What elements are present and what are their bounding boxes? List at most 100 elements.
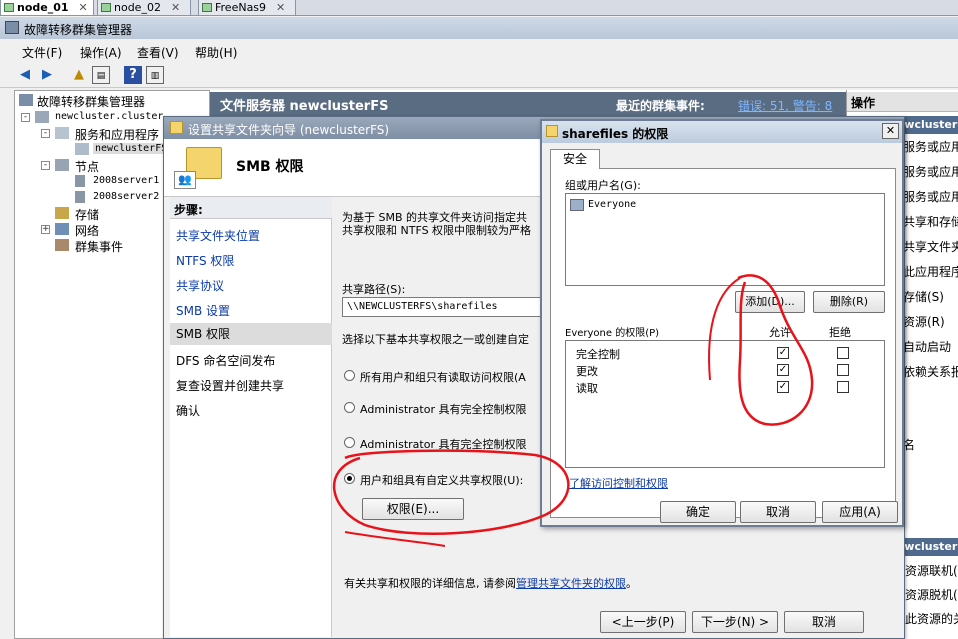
- action-item[interactable]: 依赖关系报: [903, 363, 958, 380]
- menu-view[interactable]: 查看(V): [137, 44, 179, 61]
- radio-custom[interactable]: [344, 473, 355, 484]
- show-hide-tree-icon[interactable]: ▤: [92, 66, 110, 84]
- vm-tab-freenas9[interactable]: FreeNas9 ✕: [198, 0, 296, 16]
- recent-events-link[interactable]: 错误: 51, 警告: 8: [738, 97, 832, 114]
- ok-button[interactable]: 确定: [660, 501, 736, 523]
- action-item[interactable]: 共享和存储: [903, 213, 958, 230]
- deny-read-checkbox[interactable]: [837, 381, 849, 393]
- cluster-manager-icon: [19, 94, 33, 106]
- app-title-bar: 故障转移群集管理器: [0, 17, 958, 39]
- vm-tab-node01[interactable]: node_01 ✕: [0, 0, 94, 16]
- tree-node2[interactable]: 2008server2: [93, 191, 159, 202]
- server-icon: [75, 191, 85, 203]
- action-item[interactable]: 服务或应用: [903, 163, 958, 180]
- wizard-title: 设置共享文件夹向导 (newclusterFS): [188, 123, 390, 137]
- cluster-icon: [35, 111, 49, 123]
- share-path-label: 共享路径(S):: [342, 283, 406, 296]
- network-icon: [55, 223, 69, 235]
- step-smb-settings[interactable]: SMB 设置: [176, 302, 230, 319]
- collapse-icon[interactable]: -: [41, 161, 50, 170]
- share-path-field[interactable]: \\NEWCLUSTERFS\sharefiles: [342, 297, 542, 317]
- collapse-icon[interactable]: -: [21, 113, 30, 122]
- step-confirm: 确认: [176, 404, 201, 418]
- allow-read-checkbox[interactable]: ✓: [777, 381, 789, 393]
- step-protocol[interactable]: 共享协议: [176, 277, 224, 294]
- close-icon[interactable]: ✕: [171, 1, 180, 14]
- close-icon[interactable]: ✕: [79, 1, 88, 14]
- action-item[interactable]: 共享文件夹: [903, 238, 958, 255]
- back-button[interactable]: <上一步(P): [600, 611, 686, 633]
- option-read-only: 所有用户和组只有读取访问权限(A: [360, 371, 526, 384]
- help-icon[interactable]: ?: [124, 66, 142, 84]
- learn-access-control-link[interactable]: 了解访问控制和权限: [569, 475, 668, 491]
- permissions-button[interactable]: 权限(E)...: [362, 498, 464, 520]
- action-item[interactable]: 存储(S): [903, 288, 944, 305]
- apply-button[interactable]: 应用(A): [822, 501, 898, 523]
- expand-icon[interactable]: +: [41, 225, 50, 234]
- permissions-title-bar: sharefiles 的权限 ✕: [542, 121, 902, 143]
- cancel-button[interactable]: 取消: [740, 501, 816, 523]
- services-icon: [55, 127, 69, 139]
- tree-events[interactable]: 群集事件: [75, 238, 123, 255]
- action-item[interactable]: 服务或应用: [903, 138, 958, 155]
- collapse-icon[interactable]: -: [41, 129, 50, 138]
- remove-button[interactable]: 删除(R): [813, 291, 885, 313]
- wizard-page-title: SMB 权限: [236, 159, 304, 175]
- vm-icon: [101, 3, 111, 12]
- allow-full-checkbox[interactable]: ✓: [777, 347, 789, 359]
- app-title: 故障转移群集管理器: [24, 23, 133, 37]
- tree-root[interactable]: 故障转移群集管理器: [37, 93, 145, 110]
- tree-cluster[interactable]: newcluster.cluster: [55, 111, 163, 122]
- radio-admin-full-2[interactable]: [344, 437, 355, 448]
- radio-read-only[interactable]: [344, 370, 355, 381]
- wizard-cancel-button[interactable]: 取消: [784, 611, 864, 633]
- tree-nodes[interactable]: 节点: [75, 158, 99, 175]
- deny-header: 拒绝: [829, 326, 851, 339]
- allow-change-checkbox[interactable]: ✓: [777, 364, 789, 376]
- show-action-pane-icon[interactable]: ▥: [146, 66, 164, 84]
- users-icon: 👥: [174, 171, 196, 189]
- deny-change-checkbox[interactable]: [837, 364, 849, 376]
- action-item[interactable]: 自动启动: [903, 338, 951, 355]
- cluster-manager-icon: [5, 21, 19, 34]
- close-icon[interactable]: ✕: [276, 1, 285, 14]
- security-tab-panel: 组或用户名(G): Everyone 添加(D)... 删除(R) Everyo…: [550, 168, 896, 518]
- file-server-icon: [75, 143, 89, 155]
- tree-service-item[interactable]: newclusterFS: [93, 143, 170, 154]
- share-folder-icon: [170, 121, 183, 134]
- vm-tab-node02[interactable]: node_02 ✕: [97, 0, 191, 16]
- events-icon: [55, 239, 69, 251]
- action-item[interactable]: 此应用程序: [903, 263, 958, 280]
- storage-icon: [55, 207, 69, 219]
- user-list: Everyone: [565, 193, 885, 286]
- menu-action[interactable]: 操作(A): [80, 44, 122, 61]
- add-button[interactable]: 添加(D)...: [735, 291, 805, 313]
- permission-list: 完全控制 ✓ 更改 ✓ 读取 ✓: [565, 340, 885, 468]
- vm-tab-bar: node_01 ✕ node_02 ✕ FreeNas9 ✕: [0, 0, 958, 16]
- menu-help[interactable]: 帮助(H): [195, 44, 237, 61]
- back-arrow-icon[interactable]: ◀: [16, 66, 34, 84]
- tree-storage[interactable]: 存储: [75, 206, 99, 223]
- action-item[interactable]: 资源(R): [903, 313, 945, 330]
- radio-admin-full-1[interactable]: [344, 402, 355, 413]
- nodes-icon: [55, 159, 69, 171]
- up-folder-icon[interactable]: ▲: [70, 66, 88, 84]
- option-custom: 用户和组具有自定义共享权限(U):: [360, 474, 524, 487]
- group-user-label: 组或用户名(G):: [565, 179, 641, 192]
- close-icon[interactable]: ✕: [882, 123, 899, 139]
- perm-name-read: 读取: [576, 382, 598, 395]
- next-button[interactable]: 下一步(N) >: [692, 611, 778, 633]
- tree-network[interactable]: 网络: [75, 222, 99, 239]
- tree-node1[interactable]: 2008server1: [93, 175, 159, 186]
- tab-security[interactable]: 安全: [550, 149, 600, 169]
- manage-permissions-link[interactable]: 管理共享文件夹的权限: [516, 577, 626, 590]
- menu-file[interactable]: 文件(F): [22, 44, 62, 61]
- deny-full-checkbox[interactable]: [837, 347, 849, 359]
- step-ntfs[interactable]: NTFS 权限: [176, 252, 234, 269]
- step-smb-permissions: SMB 权限: [170, 323, 332, 345]
- action-item[interactable]: 服务或应用: [903, 188, 958, 205]
- tree-services[interactable]: 服务和应用程序: [75, 126, 159, 143]
- step-location[interactable]: 共享文件夹位置: [176, 227, 260, 244]
- forward-arrow-icon[interactable]: ▶: [38, 66, 56, 84]
- center-header: 文件服务器 newclusterFS 最近的群集事件: 错误: 51, 警告: …: [210, 92, 846, 116]
